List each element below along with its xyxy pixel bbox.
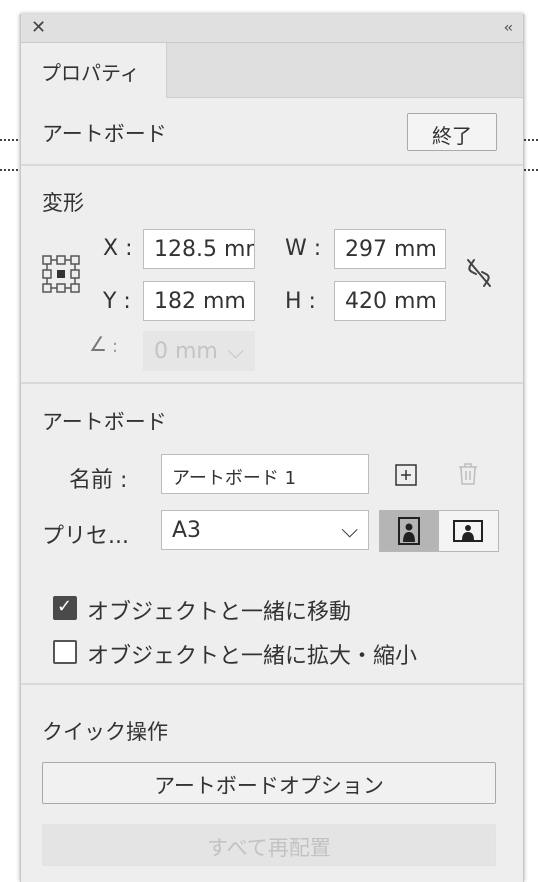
artboard-name-input[interactable]: アートボード 1: [161, 454, 369, 494]
reference-point-icon[interactable]: [41, 254, 81, 294]
rearrange-all-button: すべて再配置: [42, 824, 496, 866]
angle-colon: :: [112, 336, 119, 357]
angle-icon: ∠: [89, 332, 107, 356]
y-label: Y :: [103, 289, 131, 314]
scale-with-objects-checkbox[interactable]: [53, 640, 77, 664]
x-label: X :: [103, 236, 133, 261]
constrain-proportions-link-icon[interactable]: [464, 256, 494, 290]
divider: [21, 382, 523, 384]
delete-artboard-icon[interactable]: [457, 462, 479, 486]
preset-select[interactable]: A3 ⌵: [161, 510, 369, 550]
y-field[interactable]: 182 mm: [143, 281, 255, 321]
close-icon[interactable]: ✕: [31, 17, 46, 39]
scale-with-objects-label: オブジェクトと一緒に拡大・縮小: [87, 644, 418, 669]
artboard-name-value: アートボード 1: [172, 468, 297, 489]
divider: [21, 164, 523, 166]
done-button-label: 終了: [432, 124, 472, 148]
w-field[interactable]: 297 mm: [334, 229, 446, 269]
orientation-toggle: [379, 510, 499, 552]
chevron-down-icon: ⌵: [341, 518, 358, 543]
preset-value: A3: [172, 518, 202, 543]
artboard-options-button[interactable]: アートボードオプション: [42, 762, 496, 804]
landscape-icon: [453, 520, 483, 542]
preset-label: プリセ...: [42, 524, 129, 549]
move-with-objects-label: オブジェクトと一緒に移動: [87, 600, 352, 625]
x-value: 128.5 mm: [154, 237, 254, 262]
section-title-quick-actions: クイック操作: [42, 720, 168, 744]
rearrange-all-label: すべて再配置: [207, 836, 331, 860]
landscape-button[interactable]: [439, 511, 498, 551]
w-value: 297 mm: [345, 237, 437, 262]
divider: [21, 683, 523, 685]
angle-field: 0 mm ⌵: [143, 331, 255, 371]
h-field[interactable]: 420 mm: [334, 281, 446, 321]
w-label: W :: [285, 236, 322, 261]
artboard-options-label: アートボードオプション: [154, 774, 384, 798]
portrait-button[interactable]: [380, 511, 439, 551]
tab-properties-label: プロパティ: [41, 61, 140, 85]
tab-properties[interactable]: プロパティ: [21, 43, 167, 98]
y-value: 182 mm: [154, 289, 246, 314]
section-title-artboard: アートボード: [42, 122, 167, 146]
move-with-objects-checkbox[interactable]: ✓: [53, 596, 77, 620]
collapse-icon[interactable]: ‹‹: [504, 17, 513, 39]
section-title-transform: 変形: [42, 191, 84, 215]
done-button[interactable]: 終了: [407, 113, 497, 151]
portrait-icon: [398, 517, 420, 545]
x-field[interactable]: 128.5 mm: [143, 229, 255, 269]
properties-panel: ✕ ‹‹ プロパティ アートボード 終了 変形 X : 128.5 mm W :…: [20, 14, 524, 882]
tab-bar: プロパティ: [21, 43, 523, 98]
panel-titlebar: ✕ ‹‹: [21, 14, 523, 43]
h-label: H :: [285, 289, 316, 314]
name-label: 名前 :: [69, 468, 128, 493]
section-title-artboard-settings: アートボード: [42, 410, 167, 434]
chevron-down-icon: ⌵: [227, 339, 244, 364]
angle-value: 0 mm: [154, 339, 218, 364]
h-value: 420 mm: [345, 289, 437, 314]
new-artboard-icon[interactable]: [395, 464, 417, 486]
checkmark-icon: ✓: [57, 596, 73, 617]
